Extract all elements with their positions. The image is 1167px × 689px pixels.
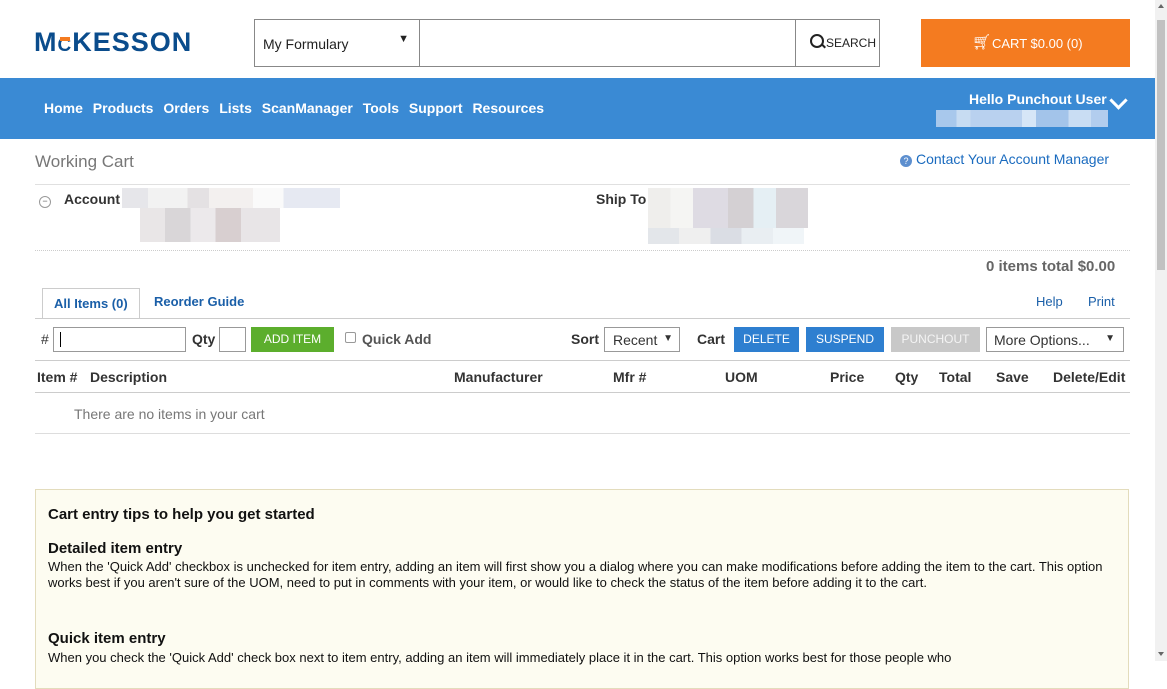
print-link[interactable]: Print [1088, 294, 1115, 309]
search-input[interactable] [420, 19, 796, 67]
user-greeting[interactable]: Hello Punchout User [969, 91, 1107, 107]
qty-label: Qty [192, 331, 216, 347]
detailed-entry-text: When the 'Quick Add' checkbox is uncheck… [48, 559, 1103, 590]
quick-add-checkbox[interactable] [345, 332, 356, 343]
nav-lists[interactable]: Lists [219, 100, 252, 116]
dropdown-arrow-icon: ▼ [398, 33, 409, 45]
sort-select-value: Recent [613, 332, 658, 348]
col-item-number[interactable]: Item # [37, 369, 77, 385]
nav-orders[interactable]: Orders [163, 100, 209, 116]
items-total: 0 items total $0.00 [986, 258, 1116, 275]
account-label: Account [64, 191, 120, 207]
tab-underline [35, 318, 1130, 319]
page-title: Working Cart [35, 152, 134, 171]
redacted-user-info [936, 110, 1108, 127]
cart-button-label: CART $0.00 (0) [992, 36, 1083, 51]
add-item-button[interactable]: ADD ITEM [251, 327, 334, 352]
col-mfr-number[interactable]: Mfr # [613, 369, 646, 385]
collapse-icon[interactable]: − [39, 196, 51, 208]
more-options-value: More Options... [994, 332, 1090, 348]
nav-resources[interactable]: Resources [472, 100, 544, 116]
item-number-input[interactable] [53, 327, 186, 352]
item-number-label: # [41, 331, 49, 347]
detailed-entry-heading: Detailed item entry [48, 540, 183, 557]
redacted-account-info [122, 188, 340, 208]
help-link[interactable]: Help [1036, 294, 1063, 309]
nav-products[interactable]: Products [93, 100, 154, 116]
empty-cart-message: There are no items in your cart [74, 406, 265, 422]
formulary-select[interactable]: My Formulary ▼ [254, 19, 420, 67]
chevron-down-icon[interactable] [1109, 91, 1128, 110]
quick-add-label[interactable]: Quick Add [362, 331, 432, 347]
tab-all-items[interactable]: All Items (0) [42, 288, 140, 319]
scroll-down-icon[interactable] [1158, 652, 1164, 656]
dropdown-arrow-icon: ▼ [1105, 333, 1115, 344]
more-options-select[interactable]: More Options... ▼ [986, 327, 1124, 352]
scrollbar-thumb[interactable] [1157, 20, 1165, 270]
sort-label: Sort [571, 331, 599, 347]
delete-button[interactable]: DELETE [734, 327, 799, 352]
ship-to-label: Ship To [596, 191, 647, 207]
formulary-select-value: My Formulary [263, 36, 349, 52]
suspend-button[interactable]: SUSPEND [806, 327, 884, 352]
nav-support[interactable]: Support [409, 100, 463, 116]
mckesson-logo[interactable]: MCKESSON [34, 27, 192, 58]
cart-actions-label: Cart [697, 331, 726, 347]
cart-button[interactable]: 🛒︎ CART $0.00 (0) [921, 19, 1130, 67]
sort-select[interactable]: Recent ▼ [604, 327, 680, 352]
tips-title: Cart entry tips to help you get started [48, 506, 315, 523]
divider [35, 184, 1130, 185]
redacted-account-info-2 [140, 208, 280, 242]
main-nav: Home Products Orders Lists ScanManager T… [0, 78, 1155, 139]
logo-rest: KESSON [72, 27, 193, 57]
col-qty[interactable]: Qty [895, 369, 918, 385]
nav-tools[interactable]: Tools [363, 100, 399, 116]
col-delete-edit: Delete/Edit [1053, 369, 1126, 385]
logo-c: C [57, 35, 73, 56]
quick-entry-heading: Quick item entry [48, 630, 166, 647]
qty-input[interactable] [219, 327, 246, 352]
table-header-border [35, 392, 1130, 393]
search-button-label: SEARCH [826, 36, 877, 50]
col-save: Save [996, 369, 1029, 385]
col-manufacturer[interactable]: Manufacturer [454, 369, 543, 385]
contact-link-label: Contact Your Account Manager [916, 151, 1110, 167]
redacted-ship-to-info-2 [648, 228, 804, 244]
cart-icon: 🛒︎ [972, 34, 992, 51]
nav-scanmanager[interactable]: ScanManager [262, 100, 353, 116]
logo-m: M [34, 27, 58, 57]
col-price[interactable]: Price [830, 369, 864, 385]
top-header: MCKESSON My Formulary ▼ SEARCH 🛒︎ CART $… [0, 0, 1155, 78]
help-circle-icon: ? [900, 155, 912, 167]
cart-tips-panel: Cart entry tips to help you get started … [35, 489, 1129, 689]
search-icon [810, 34, 824, 48]
col-total[interactable]: Total [939, 369, 971, 385]
page-scrollbar[interactable] [1155, 0, 1167, 661]
col-description[interactable]: Description [90, 369, 167, 385]
nav-links: Home Products Orders Lists ScanManager T… [44, 100, 550, 116]
tab-reorder-guide[interactable]: Reorder Guide [154, 294, 244, 309]
table-top-border [35, 360, 1130, 361]
nav-home[interactable]: Home [44, 100, 83, 116]
tab-all-items-label: All Items (0) [54, 296, 128, 311]
punchout-button[interactable]: PUNCHOUT [891, 327, 980, 352]
contact-account-manager-link[interactable]: ? Contact Your Account Manager [900, 151, 1109, 167]
divider-dotted [35, 250, 1130, 251]
redacted-ship-to-info [648, 188, 808, 228]
table-bottom-border [35, 433, 1130, 434]
col-uom[interactable]: UOM [725, 369, 758, 385]
search-button[interactable]: SEARCH [795, 19, 880, 67]
quick-entry-text: When you check the 'Quick Add' check box… [48, 650, 952, 665]
scroll-up-icon[interactable] [1158, 4, 1164, 8]
dropdown-arrow-icon: ▼ [663, 333, 673, 344]
